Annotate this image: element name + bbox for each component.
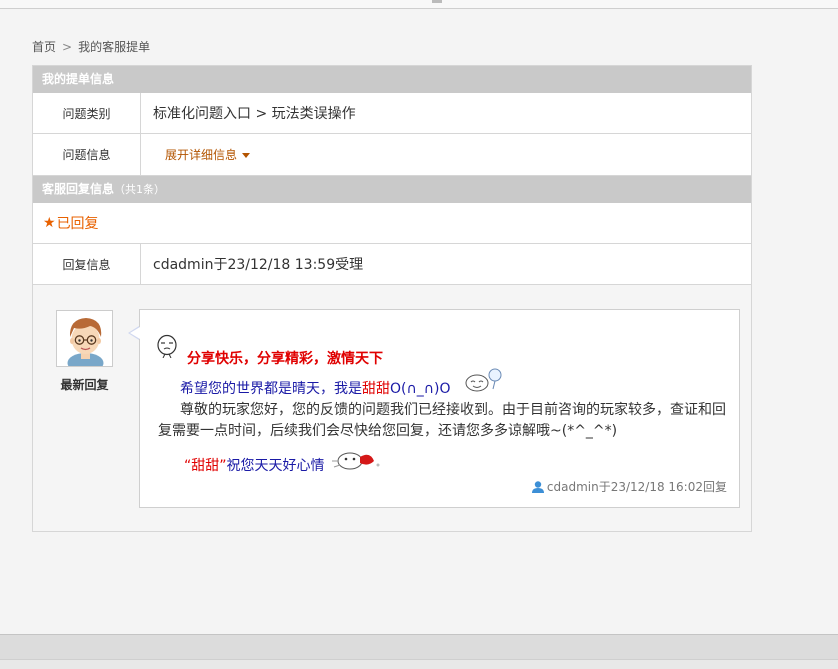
cartoon-face-icon — [157, 334, 177, 358]
avatar — [56, 310, 113, 367]
status-label: 已回复 — [56, 216, 99, 232]
avatar-boy-icon — [57, 311, 112, 366]
bubble-arrow-fill — [130, 327, 140, 339]
message-body: 尊敬的玩家您好，您的反馈的问题我们已经接收到。由于目前咨询的玩家较多，查证和回复… — [158, 402, 726, 439]
top-indicator — [432, 0, 442, 3]
row-label: 问题信息 — [33, 134, 141, 175]
breadcrumb-home-link[interactable]: 首页 — [32, 40, 56, 54]
row-problem-category: 问题类别 标准化问题入口 > 玩法类误操作 — [33, 93, 751, 134]
row-label: 回复信息 — [33, 244, 141, 284]
message-wish: “甜甜”祝您天天好心情 — [184, 455, 325, 475]
reply-meta-text: cdadmin于23/12/18 16:02回复 — [546, 480, 727, 494]
top-border — [0, 0, 838, 9]
row-reply-status: ★ 已回复 — [33, 203, 751, 244]
problem-info-value: 展开详细信息 — [153, 134, 251, 175]
reply-count: （共1条） — [114, 183, 166, 196]
bottom-bar — [0, 634, 838, 669]
problem-category-value: 标准化问题入口 > 玩法类误操作 — [153, 106, 356, 122]
star-icon: ★ — [43, 215, 56, 231]
row-reply-info: 回复信息 cdadmin于23/12/18 13:59受理 — [33, 244, 751, 285]
breadcrumb: 首页 > 我的客服提单 — [32, 38, 150, 55]
greeting-prefix: 希望您的世界都是晴天，我是 — [180, 381, 362, 397]
expand-details-link[interactable]: 展开详细信息 — [165, 146, 251, 163]
cute-animal-icon — [332, 452, 380, 470]
smiley-balloon-icon — [465, 368, 502, 392]
message-title: 分享快乐，分享精彩，激情天下 — [187, 351, 383, 367]
row-label: 问题类别 — [33, 93, 141, 133]
agent-name: 甜甜 — [362, 381, 390, 397]
breadcrumb-current: 我的客服提单 — [78, 40, 151, 54]
reply-info-value: cdadmin于23/12/18 13:59受理 — [153, 257, 364, 273]
reply-section-header: 客服回复信息（共1条） — [33, 176, 751, 203]
wish-name: “甜甜” — [184, 458, 227, 474]
ticket-section-header: 我的提单信息 — [33, 66, 751, 93]
wish-text: 祝您天天好心情 — [226, 458, 325, 474]
ticket-panel: 我的提单信息 问题类别 标准化问题入口 > 玩法类误操作 问题信息 展开详细信息… — [32, 65, 752, 532]
row-problem-info: 问题信息 展开详细信息 — [33, 134, 751, 176]
reply-section-title: 客服回复信息 — [42, 182, 115, 196]
expand-details-label: 展开详细信息 — [165, 148, 238, 162]
ticket-section-title: 我的提单信息 — [42, 72, 115, 86]
bottom-bar-strip — [0, 659, 838, 669]
status-replied: ★ 已回复 — [43, 203, 99, 243]
reply-message-bubble: 分享快乐，分享精彩，激情天下 希望您的世界都是晴天，我是甜甜O(∩_∩)O 尊敬… — [139, 309, 740, 508]
latest-reply-label: 最新回复 — [60, 378, 109, 392]
reply-meta: cdadmin于23/12/18 16:02回复 — [531, 478, 727, 495]
caret-down-icon — [242, 153, 251, 158]
greeting-suffix: O(∩_∩)O — [390, 381, 451, 397]
breadcrumb-separator-icon: > — [62, 40, 73, 54]
message-greeting: 希望您的世界都是晴天，我是甜甜O(∩_∩)O — [180, 378, 450, 398]
user-icon — [531, 480, 544, 493]
